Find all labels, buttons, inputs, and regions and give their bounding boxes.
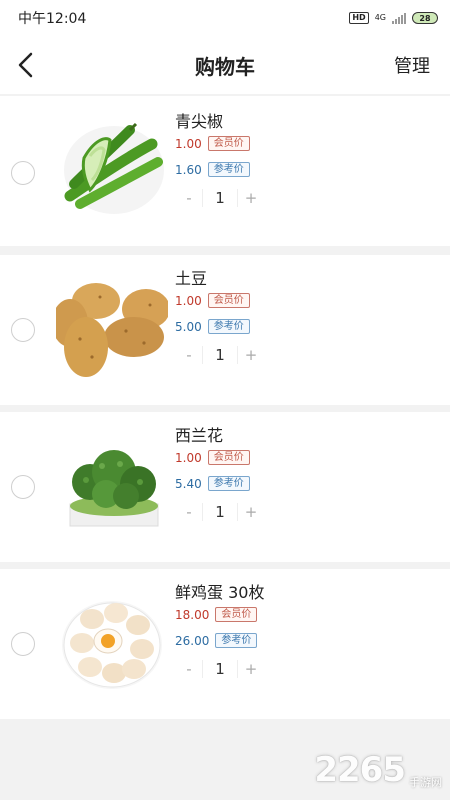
- cart-item: 西兰花 1.00 会员价 5.40 参考价 - 1 +: [0, 412, 450, 562]
- quantity-stepper: - 1 +: [176, 657, 264, 681]
- select-radio[interactable]: [11, 161, 35, 185]
- increase-button[interactable]: +: [238, 346, 264, 364]
- reference-price-tag: 参考价: [207, 476, 250, 491]
- page-title: 购物车: [195, 54, 255, 79]
- decrease-button[interactable]: -: [176, 660, 202, 678]
- decrease-button[interactable]: -: [176, 503, 202, 521]
- member-price-row: 1.00 会员价: [175, 136, 250, 151]
- quantity-value[interactable]: 1: [202, 503, 238, 521]
- watermark-number: 2265: [314, 750, 406, 790]
- reference-price-tag: 参考价: [207, 162, 250, 177]
- member-price-tag: 会员价: [207, 293, 250, 308]
- reference-price: 1.60: [175, 162, 202, 177]
- quantity-value[interactable]: 1: [202, 346, 238, 364]
- increase-button[interactable]: +: [238, 189, 264, 207]
- battery-icon: 28: [412, 12, 438, 24]
- select-radio[interactable]: [11, 475, 35, 499]
- eggs-image: [62, 601, 162, 689]
- nav-header: 购物车 管理: [0, 36, 450, 94]
- increase-button[interactable]: +: [238, 660, 264, 678]
- potato-image: [56, 283, 168, 377]
- reference-price: 5.00: [175, 319, 202, 334]
- quantity-stepper: - 1 +: [176, 186, 264, 210]
- cart-item: 土豆 1.00 会员价 5.00 参考价 - 1 +: [0, 255, 450, 405]
- status-time: 中午12:04: [18, 11, 87, 27]
- green-pepper-image: [64, 122, 164, 214]
- member-price-row: 1.00 会员价: [175, 450, 250, 465]
- reference-price-row: 5.40 参考价: [175, 476, 250, 491]
- reference-price-row: 5.00 参考价: [175, 319, 250, 334]
- reference-price-tag: 参考价: [207, 319, 250, 334]
- member-price: 1.00: [175, 293, 202, 308]
- quantity-value[interactable]: 1: [202, 660, 238, 678]
- quantity-stepper: - 1 +: [176, 500, 264, 524]
- decrease-button[interactable]: -: [176, 189, 202, 207]
- cart-item: 青尖椒 1.00 会员价 1.60 参考价 - 1 +: [0, 96, 450, 246]
- product-name: 鲜鸡蛋 30枚: [175, 583, 265, 602]
- member-price: 18.00: [175, 607, 210, 622]
- broccoli-image: [69, 450, 159, 527]
- product-name: 青尖椒: [175, 112, 224, 131]
- decrease-button[interactable]: -: [176, 346, 202, 364]
- quantity-value[interactable]: 1: [202, 189, 238, 207]
- member-price-tag: 会员价: [215, 607, 258, 622]
- reference-price-tag: 参考价: [215, 633, 258, 648]
- member-price-tag: 会员价: [207, 450, 250, 465]
- product-name: 土豆: [175, 269, 208, 288]
- hd-icon: HD: [349, 12, 369, 24]
- network-type: 4G: [374, 13, 386, 22]
- member-price: 1.00: [175, 136, 202, 151]
- manage-button[interactable]: 管理: [394, 52, 430, 78]
- status-bar: 中午12:04 HD 4G 28: [0, 0, 450, 36]
- product-name: 西兰花: [175, 426, 224, 445]
- select-radio[interactable]: [11, 632, 35, 656]
- status-icons: HD 4G 28: [349, 12, 438, 24]
- quantity-stepper: - 1 +: [176, 343, 264, 367]
- member-price-tag: 会员价: [207, 136, 250, 151]
- member-price-row: 18.00 会员价: [175, 607, 258, 622]
- member-price-row: 1.00 会员价: [175, 293, 250, 308]
- reference-price-row: 26.00 参考价: [175, 633, 258, 648]
- increase-button[interactable]: +: [238, 503, 264, 521]
- reference-price: 26.00: [175, 633, 210, 648]
- back-arrow-icon[interactable]: [14, 50, 42, 80]
- watermark-text: 手游网: [409, 776, 442, 789]
- reference-price: 5.40: [175, 476, 202, 491]
- reference-price-row: 1.60 参考价: [175, 162, 250, 177]
- select-radio[interactable]: [11, 318, 35, 342]
- member-price: 1.00: [175, 450, 202, 465]
- cart-item: 鲜鸡蛋 30枚 18.00 会员价 26.00 参考价 - 1 +: [0, 569, 450, 719]
- site-watermark: 2265 手游网: [314, 750, 442, 790]
- signal-icon: [392, 12, 406, 24]
